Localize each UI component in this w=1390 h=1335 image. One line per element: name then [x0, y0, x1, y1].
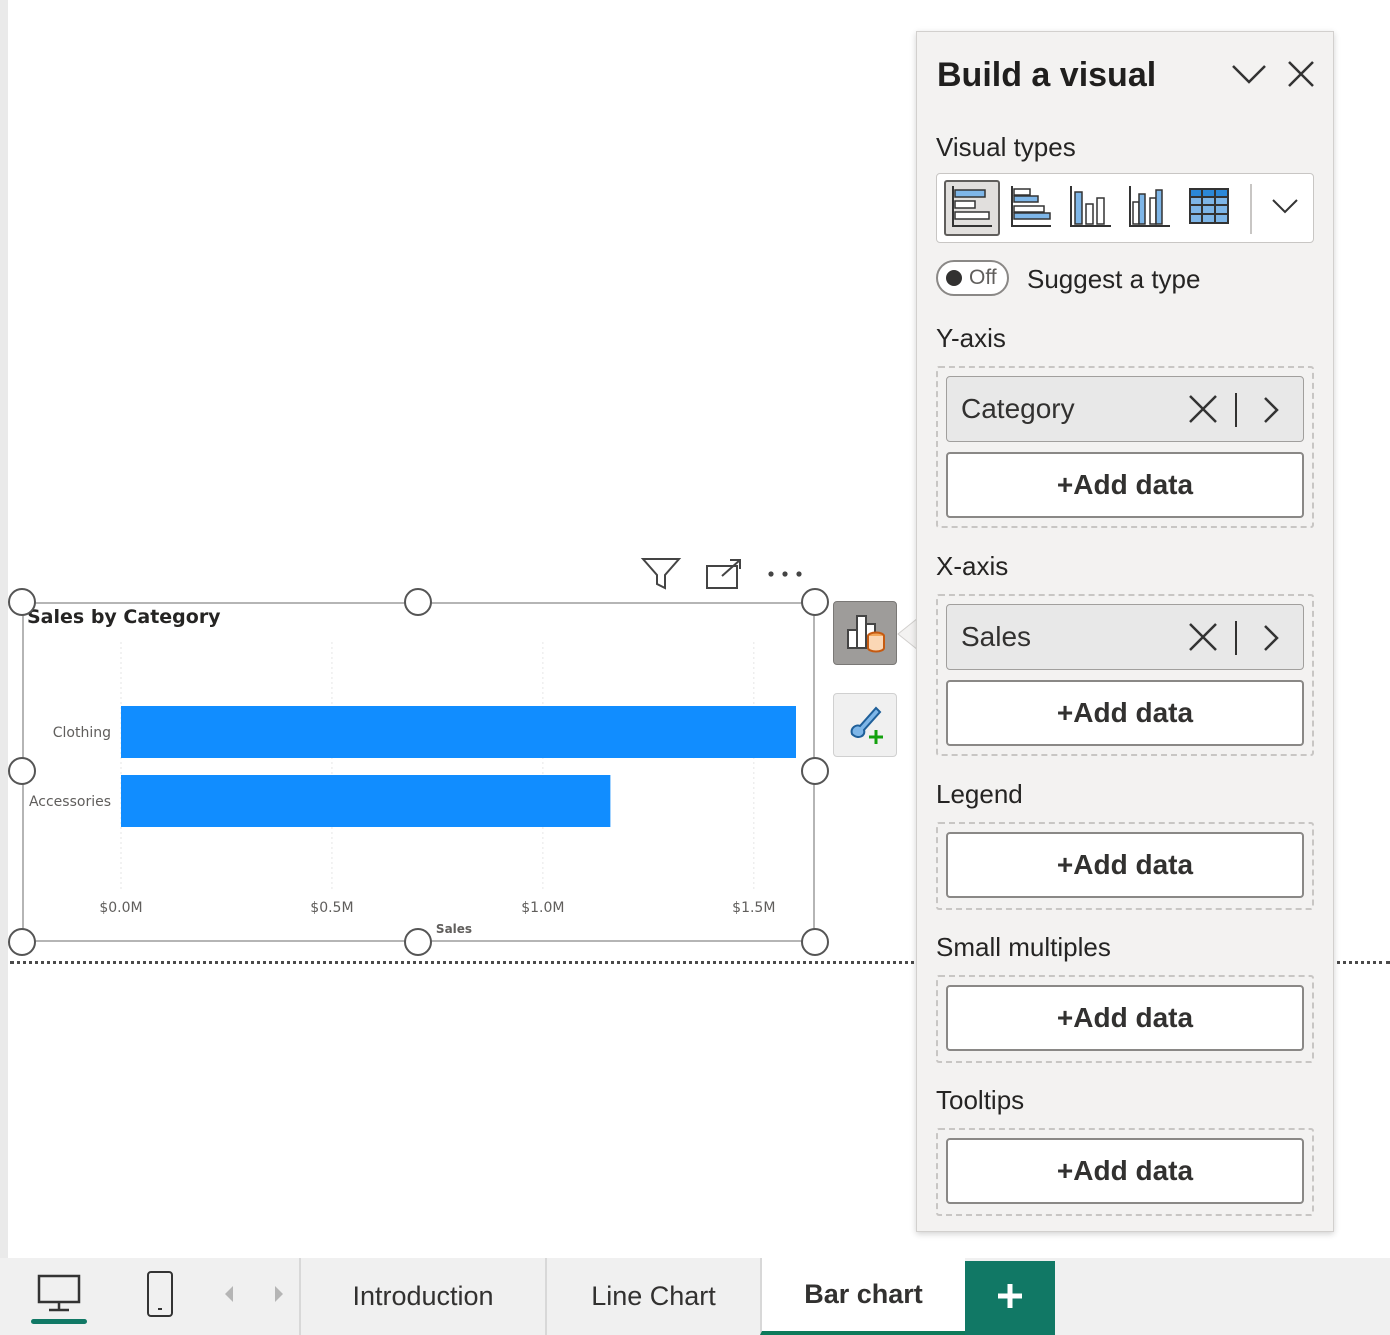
- gallery-divider: [1250, 184, 1252, 234]
- stacked-bar-chart-button[interactable]: [944, 180, 1000, 236]
- x-axis-label: X-axis: [936, 551, 1009, 581]
- small-multiples-well: +Add data: [936, 975, 1314, 1063]
- mobile-view-button[interactable]: [140, 1266, 180, 1326]
- stacked-column-chart-button[interactable]: [1063, 180, 1119, 236]
- visual-types-label: Visual types: [936, 132, 1076, 162]
- tooltips-label: Tooltips: [936, 1085, 1025, 1115]
- tab-introduction[interactable]: Introduction: [299, 1258, 545, 1335]
- x-tick-label: $0.5M: [310, 900, 353, 916]
- remove-field-icon[interactable]: [1187, 621, 1219, 653]
- legend-label: Legend: [936, 779, 1023, 809]
- y-axis-field-pill[interactable]: Category: [946, 376, 1304, 442]
- y-category-label: Clothing: [53, 725, 111, 741]
- bar-chart-plot: $0.0M $0.5M $1.0M $1.5M Clothing Accessories S…: [29, 642, 796, 936]
- pane-pointer-arrow: [897, 618, 918, 650]
- pill-divider: [1235, 621, 1237, 655]
- active-view-indicator: [31, 1319, 87, 1324]
- plus-icon: [995, 1281, 1025, 1315]
- add-page-button[interactable]: [965, 1261, 1055, 1335]
- x-tick-label: $0.0M: [99, 900, 142, 916]
- x-axis-title: Sales: [436, 922, 472, 936]
- desktop-view-icon: [36, 1270, 82, 1322]
- caret-left-icon: [223, 1285, 235, 1307]
- resize-handle-top-left[interactable]: [8, 588, 36, 616]
- collapse-pane-button[interactable]: [1229, 58, 1269, 94]
- table-visual-button[interactable]: [1181, 180, 1237, 236]
- build-visual-pane: Build a visual Visual types Off Suggest …: [916, 31, 1334, 1232]
- y-axis-label: Y-axis: [936, 323, 1006, 353]
- x-tick-label: $1.5M: [732, 900, 775, 916]
- chevron-down-icon: [1230, 62, 1268, 90]
- legend-add-data-button[interactable]: +Add data: [946, 832, 1304, 898]
- build-visual-button[interactable]: [833, 601, 897, 665]
- x-axis-field-pill[interactable]: Sales: [946, 604, 1304, 670]
- expand-visual-types-button[interactable]: [1257, 180, 1313, 236]
- toggle-knob: [946, 270, 962, 286]
- x-tick-label: $1.0M: [521, 900, 564, 916]
- resize-handle-top[interactable]: [404, 588, 432, 616]
- tooltips-add-data-button[interactable]: +Add data: [946, 1138, 1304, 1204]
- field-name: Sales: [961, 621, 1032, 652]
- chevron-down-icon: [1271, 197, 1299, 219]
- y-axis-add-data-button[interactable]: +Add data: [946, 452, 1304, 518]
- tab-bar-chart[interactable]: Bar chart: [760, 1258, 965, 1335]
- clustered-column-chart-icon: [1128, 184, 1172, 232]
- tooltips-well: +Add data: [936, 1128, 1314, 1216]
- legend-well: +Add data: [936, 822, 1314, 910]
- bar: [121, 775, 611, 827]
- format-visual-icon: [842, 700, 888, 750]
- y-axis-well: Category +Add data: [936, 366, 1314, 528]
- canvas-left-edge: [0, 0, 8, 1258]
- remove-field-icon[interactable]: [1187, 393, 1219, 425]
- chevron-right-icon[interactable]: [1259, 395, 1283, 425]
- table-icon: [1187, 184, 1231, 232]
- small-multiples-add-data-button[interactable]: +Add data: [946, 985, 1304, 1051]
- toggle-state: Off: [969, 266, 997, 289]
- resize-handle-bottom[interactable]: [404, 928, 432, 956]
- suggest-type-label: Suggest a type: [1027, 264, 1201, 294]
- build-visual-icon: [842, 608, 888, 658]
- filter-icon[interactable]: [640, 554, 682, 594]
- stacked-column-chart-icon: [1069, 184, 1113, 232]
- stacked-bar-chart-icon: [950, 184, 994, 232]
- close-icon: [1286, 59, 1316, 93]
- x-axis-add-data-button[interactable]: +Add data: [946, 680, 1304, 746]
- visual-types-gallery: [936, 173, 1314, 243]
- caret-right-icon: [273, 1285, 285, 1307]
- chevron-right-icon[interactable]: [1259, 623, 1283, 653]
- clustered-bar-chart-icon: [1009, 184, 1053, 232]
- scroll-tabs-left-button[interactable]: [218, 1266, 240, 1326]
- tab-line-chart[interactable]: Line Chart: [545, 1258, 760, 1335]
- pill-divider: [1235, 393, 1237, 427]
- more-options-icon[interactable]: [766, 554, 806, 594]
- clustered-bar-chart-button[interactable]: [1003, 180, 1059, 236]
- x-axis-well: Sales +Add data: [936, 594, 1314, 756]
- scroll-tabs-right-button[interactable]: [268, 1266, 290, 1326]
- resize-handle-bottom-left[interactable]: [8, 928, 36, 956]
- desktop-view-button[interactable]: [30, 1266, 88, 1326]
- focus-mode-icon[interactable]: [704, 554, 744, 594]
- y-category-label: Accessories: [29, 794, 111, 810]
- resize-handle-left[interactable]: [8, 757, 36, 785]
- bar: [121, 706, 796, 758]
- suggest-type-toggle[interactable]: Off: [936, 260, 1009, 296]
- small-multiples-label: Small multiples: [936, 932, 1111, 962]
- close-pane-button[interactable]: [1281, 58, 1321, 94]
- resize-handle-bottom-right[interactable]: [801, 928, 829, 956]
- clustered-column-chart-button[interactable]: [1122, 180, 1178, 236]
- field-name: Category: [961, 393, 1075, 424]
- format-visual-button[interactable]: [833, 693, 897, 757]
- mobile-view-icon: [145, 1269, 175, 1323]
- pane-title: Build a visual: [937, 56, 1157, 94]
- resize-handle-top-right[interactable]: [801, 588, 829, 616]
- resize-handle-right[interactable]: [801, 757, 829, 785]
